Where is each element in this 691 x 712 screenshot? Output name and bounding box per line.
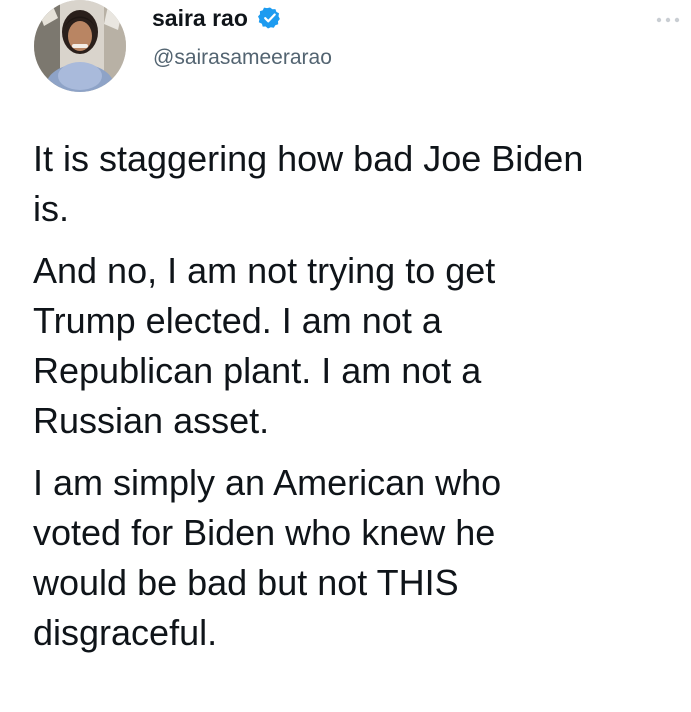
author-info: saira rao @sairasameerarao <box>152 4 572 74</box>
display-name[interactable]: saira rao <box>152 4 248 32</box>
display-name-row: saira rao <box>152 4 282 32</box>
tweet-card: saira rao @sairasameerarao It is stagger… <box>0 0 691 712</box>
user-handle[interactable]: @sairasameerarao <box>153 46 332 70</box>
more-horizontal-icon[interactable] <box>651 10 685 30</box>
tweet-paragraph-1: It is staggering how bad Joe Biden is. <box>33 138 584 229</box>
tweet-body: It is staggering how bad Joe Biden is. A… <box>33 134 673 658</box>
verified-badge-icon <box>258 6 282 30</box>
tweet-header: saira rao @sairasameerarao <box>34 0 680 92</box>
tweet-paragraph-2: And no, I am not trying to get Trump ele… <box>33 250 496 441</box>
tweet-paragraph-3: I am simply an American who voted for Bi… <box>33 462 502 653</box>
avatar[interactable] <box>34 0 126 92</box>
avatar-photo <box>34 0 126 92</box>
